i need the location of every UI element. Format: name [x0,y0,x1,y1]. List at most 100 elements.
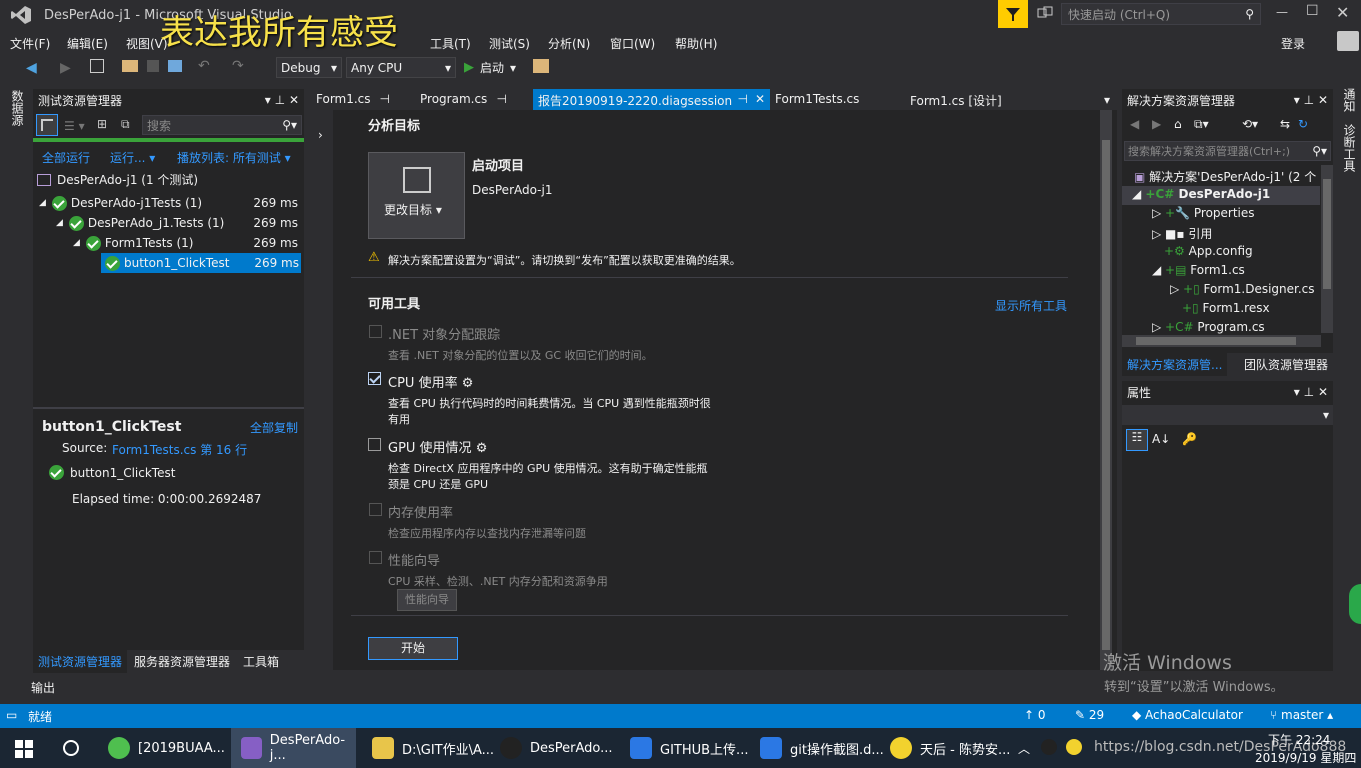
tray-qq-icon[interactable] [1041,739,1057,755]
tool-dotnet-alloc-checkbox[interactable] [369,325,382,338]
tool-perf-wizard-checkbox[interactable] [369,551,382,564]
tab-diagsession[interactable]: 报告20190919-2220.diagsession ⊣ ✕ [533,89,770,110]
taskbar-item[interactable]: 天后 - 陈势安... [890,728,1010,768]
taskbar-item[interactable]: [2019BUAA... [108,728,225,768]
menu-edit[interactable]: 编辑(E) [67,35,108,52]
solution-node[interactable]: ▣ 解决方案'DesPerAdo-j1' (2 个 [1134,168,1316,185]
tree-item-designer[interactable]: ▷ +▯ Form1.Designer.cs [1170,282,1315,296]
close-icon[interactable]: ✕ [1318,93,1328,107]
floating-widget[interactable] [1349,584,1361,624]
taskbar-item-active[interactable]: DesPerAdo-j... [231,728,356,768]
hierarchy-icon[interactable]: ☰ ▾ [64,119,85,133]
platform-select[interactable]: Any CPU ▾ [346,57,456,78]
collapse-strip[interactable]: › [311,110,333,670]
datasource-tab[interactable]: 数据源 [9,90,26,126]
menu-view[interactable]: 视图(V) [126,35,168,52]
history-icon[interactable]: ⟲▾ [1242,117,1258,131]
categorized-icon[interactable]: ☷ [1126,429,1148,451]
menu-test[interactable]: 测试(S) [489,35,530,52]
close-icon[interactable]: ✕ [1318,385,1328,399]
tray-music-icon[interactable] [1066,739,1082,755]
menu-analyze[interactable]: 分析(N) [548,35,590,52]
tab-program-cs[interactable]: Program.cs ⊣ [415,89,513,110]
unpushed-commits[interactable]: ↑ 0 [1024,708,1046,722]
tool-cpu-checkbox[interactable] [368,372,381,385]
maximize-button[interactable]: ☐ [1306,3,1319,19]
tree-item-references[interactable]: ▷ ■▪ 引用 [1152,225,1212,242]
horizontal-scrollbar[interactable] [1122,335,1321,347]
tree-item-program[interactable]: ▷ +C# Program.cs [1152,320,1265,334]
playlist-link[interactable]: 播放列表: 所有测试 ▾ [177,149,291,166]
show-all-tools-link[interactable]: 显示所有工具 [995,297,1067,314]
notifications-icon[interactable] [1036,5,1054,23]
settings-gear-icon[interactable]: ⚙ [476,441,488,456]
columns-icon[interactable]: ⊞ [97,117,107,131]
tab-toolbox[interactable]: 工具箱 [238,650,284,673]
tray-chevron-icon[interactable]: ︿ [1018,740,1030,757]
tab-team-explorer[interactable]: 团队资源管理器 [1239,353,1333,376]
nav-forward-icon[interactable]: ▶ [1152,117,1161,131]
test-search-input[interactable]: 搜索 ⚲▾ [142,115,302,135]
nav-back-icon[interactable]: ◀ [1130,117,1139,131]
forward-icon[interactable]: ▶ [60,60,71,76]
start-debug-button[interactable]: ▶ 启动 ▾ [464,59,516,76]
tool-gpu-checkbox[interactable] [368,438,381,451]
perf-wizard-button[interactable]: 性能向导 [397,589,457,611]
taskbar-item[interactable]: git操作截图.d... [760,728,884,768]
scrollbar-thumb[interactable] [1102,140,1110,650]
menu-window[interactable]: 窗口(W) [610,35,655,52]
switch-views-icon[interactable]: ⧉▾ [1194,117,1209,132]
start-button[interactable]: 开始 [368,637,458,660]
tab-overflow-icon[interactable]: ▾ [1104,93,1110,107]
pending-changes[interactable]: ✎ 29 [1075,708,1104,722]
scrollbar-thumb[interactable] [1323,179,1331,289]
home-icon[interactable]: ⌂ [1174,117,1182,131]
dropdown-icon[interactable]: ▾ [1294,385,1300,399]
feedback-funnel-icon[interactable] [998,0,1028,28]
menu-tools[interactable]: 工具(T) [430,35,471,52]
pin-icon[interactable]: ⊣ [497,92,507,106]
pin-icon[interactable]: ⊣ [738,92,748,106]
pin-icon[interactable]: ⊥ [275,93,285,107]
redo-icon[interactable]: ↷ [232,58,244,74]
sync-icon[interactable]: ⇆ [1280,117,1290,131]
group-by-button[interactable] [36,114,58,136]
vertical-scrollbar[interactable] [1321,165,1333,333]
source-link[interactable]: Form1Tests.cs 第 16 行 [112,441,247,458]
back-icon[interactable]: ◀ [26,60,37,76]
tab-notifications[interactable]: 通知 [1341,88,1358,112]
settings-gear-icon[interactable]: ⚙ [462,376,474,391]
menu-file[interactable]: 文件(F) [10,35,50,52]
dropdown-icon[interactable]: ▾ [1294,93,1300,107]
clock-time[interactable]: 下午 22:24 [1268,731,1330,748]
copy-icon[interactable]: ⧉ [121,117,130,132]
tool-memory-checkbox[interactable] [369,503,382,516]
minimize-button[interactable]: — [1276,5,1288,19]
test-tree-row-selected[interactable]: button1_ClickTest 269 ms [101,253,301,273]
alphabetical-icon[interactable]: A↓ [1152,432,1170,446]
test-tree-row[interactable]: ◢ DesPerAdo_j1.Tests (1) 269 ms [33,213,303,233]
login-button[interactable]: 登录 [1281,35,1305,52]
save-icon[interactable] [147,60,159,72]
search-circle-icon[interactable] [63,740,79,756]
tree-item-resx[interactable]: +▯ Form1.resx [1182,301,1270,315]
property-pages-icon[interactable]: 🔑 [1182,432,1197,446]
run-link[interactable]: 运行... ▾ [110,149,155,166]
project-node[interactable]: ◢ +C# DesPerAdo-j1 [1132,187,1270,201]
close-icon[interactable]: ✕ [755,92,765,106]
close-button[interactable]: ✕ [1336,3,1349,22]
tree-item-appconfig[interactable]: +⚙ App.config [1164,244,1253,258]
taskbar-item[interactable]: GITHUB上传... [630,728,748,768]
dropdown-icon[interactable]: ▾ [265,93,271,107]
taskbar-item[interactable]: D:\GIT作业\A... [372,728,494,768]
output-window-icon[interactable]: ▭ [6,708,17,722]
vertical-scrollbar[interactable] [1100,110,1112,670]
test-tree-row[interactable]: ◢ DesPerAdo-j1Tests (1) 269 ms [33,193,303,213]
avatar[interactable] [1337,31,1359,51]
close-icon[interactable]: ✕ [289,93,299,107]
windows-start-icon[interactable] [15,740,33,758]
object-selector[interactable]: ▾ [1122,405,1333,425]
clock-date[interactable]: 2019/9/19 星期四 [1255,749,1356,766]
refresh-icon[interactable]: ↻ [1298,117,1308,131]
run-all-link[interactable]: 全部运行 [42,149,90,166]
